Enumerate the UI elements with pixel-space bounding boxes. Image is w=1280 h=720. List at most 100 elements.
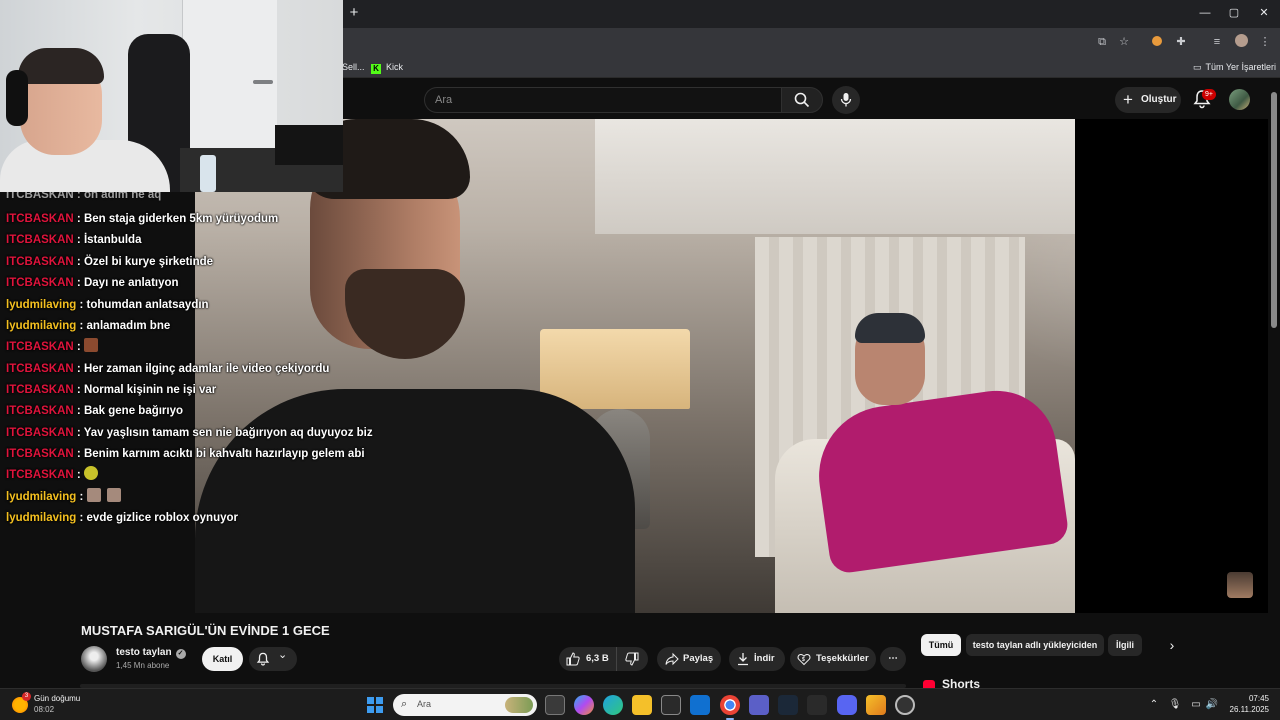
- copilot-icon[interactable]: [574, 695, 594, 715]
- chat-message: ITCBASKAN : İstanbulda: [6, 234, 142, 246]
- weather-badge: 3: [22, 692, 31, 701]
- media-control-icon[interactable]: ≡: [1209, 34, 1225, 50]
- weather-title[interactable]: Gün doğumu: [34, 694, 80, 703]
- webcam-monitor: [275, 125, 343, 165]
- webcam-door-handle: [253, 80, 273, 84]
- webcam-headset: [6, 70, 28, 126]
- subscription-bell-button[interactable]: ⌄: [249, 647, 297, 671]
- close-icon[interactable]: ✕: [1257, 6, 1271, 20]
- search-icon: ⌕: [401, 698, 408, 710]
- join-button[interactable]: Katıl: [202, 647, 243, 671]
- chat-message: ITCBASKAN : Benim karnım acıktı bi kahva…: [6, 448, 365, 460]
- edge-icon[interactable]: [603, 695, 623, 715]
- share-icon: [665, 652, 679, 666]
- chat-overlay: ITCBASKAN : on adım ne aq ITCBASKAN : Be…: [0, 192, 373, 532]
- microphone-tray-icon[interactable]: 🎙: [1168, 698, 1182, 712]
- thumbs-up-icon: [566, 652, 580, 666]
- chip-related[interactable]: İlgili: [1108, 634, 1142, 656]
- chip-from-uploader[interactable]: testo taylan adlı yükleyiciden: [966, 634, 1104, 656]
- webcam-person-hair: [18, 48, 104, 84]
- kick-icon: K: [371, 64, 381, 74]
- more-horizontal-icon: ⋯: [888, 653, 898, 664]
- channel-avatar[interactable]: [81, 646, 107, 672]
- display-tray-icon[interactable]: ▭: [1189, 698, 1203, 712]
- bookmark-star-icon[interactable]: ☆: [1116, 34, 1132, 50]
- page-scrollbar[interactable]: [1268, 80, 1280, 688]
- volume-icon[interactable]: 🔊: [1205, 698, 1219, 712]
- chip-all[interactable]: Tümü: [921, 634, 961, 656]
- plus-icon: +: [1123, 90, 1133, 109]
- all-bookmarks-label: Tüm Yer İşaretleri: [1205, 62, 1277, 72]
- bookmark-kick[interactable]: K Kick: [371, 60, 403, 74]
- taskbar-date[interactable]: 26.11.2025: [1223, 705, 1269, 714]
- file-explorer-icon[interactable]: [632, 695, 652, 715]
- taskbar-time[interactable]: 07:45: [1229, 694, 1269, 703]
- taskbar-search-input[interactable]: ⌕ Ara: [393, 694, 537, 716]
- chat-message: lyudmilaving : evde gizlice roblox oynuy…: [6, 512, 238, 524]
- extensions-puzzle-icon[interactable]: ✚: [1173, 34, 1189, 50]
- tray-overflow-icon[interactable]: ⌃: [1147, 698, 1161, 712]
- task-view-icon[interactable]: [545, 695, 565, 715]
- thumbs-down-icon: [625, 652, 639, 666]
- bookmark-sell[interactable]: Sell...: [342, 60, 365, 74]
- emote-icon: [106, 488, 121, 502]
- verified-icon: ✓: [175, 649, 186, 659]
- channel-name[interactable]: testo taylan ✓: [116, 647, 186, 659]
- windows-start-icon[interactable]: [367, 697, 383, 713]
- chevron-right-icon[interactable]: ›: [1164, 637, 1180, 653]
- profile-avatar-icon[interactable]: [1233, 34, 1249, 50]
- browser-menu-icon[interactable]: ⋮: [1257, 34, 1273, 50]
- new-tab-button[interactable]: +: [346, 5, 362, 21]
- chat-message: ITCBASKAN : Normal kişinin ne işi var: [6, 384, 217, 396]
- app-yellow-icon[interactable]: [866, 695, 886, 715]
- voice-search-button[interactable]: [832, 86, 860, 114]
- app-g-icon[interactable]: [807, 695, 827, 715]
- video-title: MUSTAFA SARIGÜL'ÜN EVİNDE 1 GECE: [81, 623, 330, 638]
- folder-icon: ▭: [1193, 62, 1202, 72]
- emote-icon: [83, 338, 98, 352]
- notification-badge: 9+: [1202, 89, 1216, 100]
- chevron-down-icon: ⌄: [278, 649, 288, 661]
- install-app-icon[interactable]: ⧉: [1094, 34, 1110, 50]
- create-label: Oluştur: [1141, 94, 1177, 105]
- more-actions-button[interactable]: ⋯: [880, 647, 906, 671]
- scene-lamp: [540, 329, 690, 409]
- search-icon: [794, 92, 810, 108]
- account-avatar[interactable]: [1229, 89, 1250, 110]
- svg-text:$: $: [802, 657, 805, 663]
- minimize-icon[interactable]: —: [1198, 6, 1212, 20]
- microphone-icon: [840, 93, 852, 107]
- video-channel-watermark[interactable]: [1227, 572, 1253, 598]
- download-button[interactable]: İndir: [729, 647, 785, 671]
- weather-time: 08:02: [34, 705, 55, 714]
- download-label: İndir: [754, 653, 775, 664]
- dislike-button[interactable]: [617, 647, 648, 671]
- maximize-icon[interactable]: ▢: [1227, 6, 1241, 20]
- download-icon: [738, 653, 748, 666]
- discord-icon[interactable]: [837, 695, 857, 715]
- outlook-icon[interactable]: [690, 695, 710, 715]
- share-button[interactable]: Paylaş: [657, 647, 721, 671]
- scene-person-right-hair: [855, 313, 925, 343]
- like-button[interactable]: 6,3 B: [559, 647, 617, 671]
- chat-message: ITCBASKAN :: [6, 338, 104, 356]
- bell-icon: [256, 652, 270, 666]
- all-bookmarks[interactable]: ▭ Tüm Yer İşaretleri: [1193, 60, 1276, 74]
- scrollbar-thumb[interactable]: [1271, 92, 1277, 328]
- create-button[interactable]: + Oluştur: [1115, 87, 1181, 113]
- steam-icon[interactable]: [778, 695, 798, 715]
- emote-icon: [86, 488, 101, 502]
- chrome-icon[interactable]: [720, 695, 740, 720]
- chat-message: lyudmilaving : anlamadım bne: [6, 320, 171, 332]
- obs-icon[interactable]: [895, 695, 915, 715]
- microsoft-store-icon[interactable]: [661, 695, 681, 715]
- teams-icon[interactable]: [749, 695, 769, 715]
- like-dislike-group: 6,3 B: [559, 647, 648, 671]
- search-button[interactable]: [781, 87, 823, 113]
- extension-fox-icon[interactable]: [1149, 34, 1165, 50]
- thanks-button[interactable]: $ Teşekkürler: [790, 647, 876, 671]
- emote-icon: [83, 466, 98, 480]
- search-input[interactable]: Ara: [424, 87, 782, 113]
- chat-message: ITCBASKAN : Dayı ne anlatıyon: [6, 277, 179, 289]
- chat-message: lyudmilaving :: [6, 488, 127, 506]
